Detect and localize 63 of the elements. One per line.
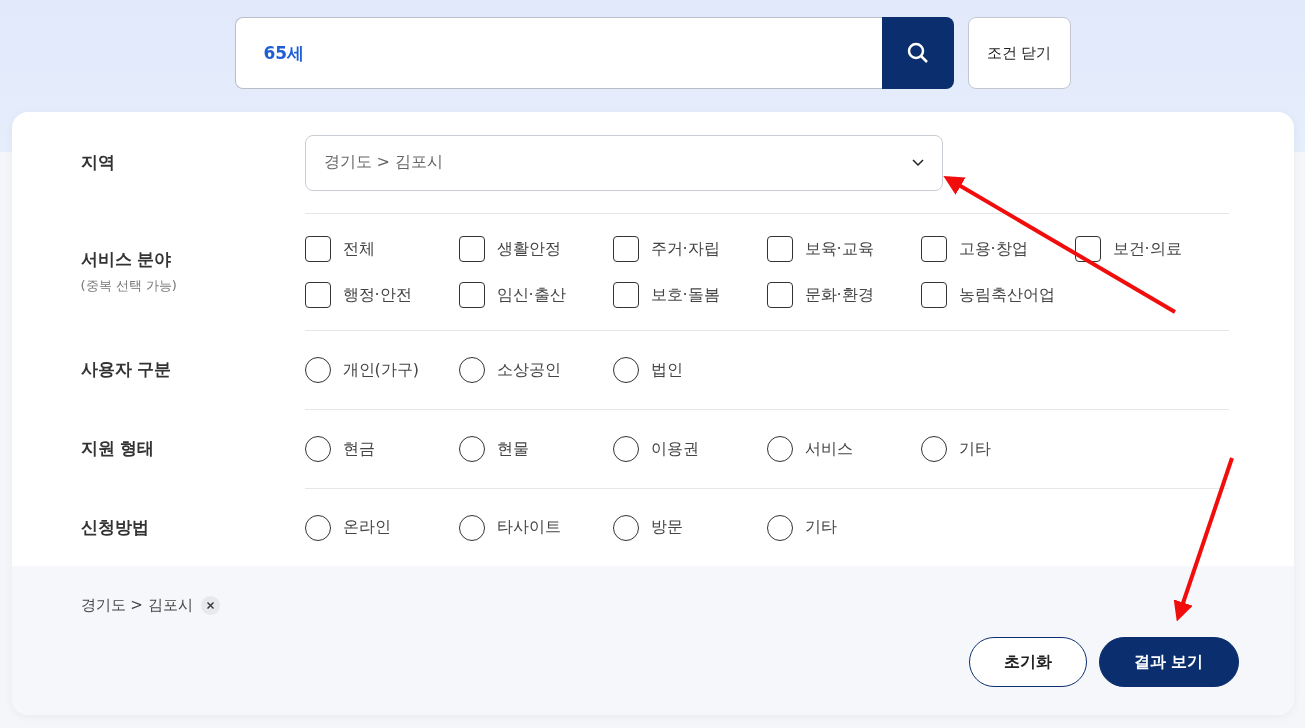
region-select[interactable]: 경기도 > 김포시 xyxy=(304,134,943,191)
filter-label: 사용자 구분 xyxy=(80,358,173,381)
radio-option[interactable]: 방문 xyxy=(612,514,767,541)
radio-option[interactable]: 기타 xyxy=(920,436,1075,462)
checkbox[interactable] xyxy=(304,282,331,308)
filter-label: 지역 xyxy=(80,151,116,174)
search-field[interactable]: 65세 xyxy=(234,17,882,89)
close-filters-button[interactable]: 조건 닫기 xyxy=(967,17,1071,89)
checkbox[interactable] xyxy=(612,282,639,308)
radio-button[interactable] xyxy=(920,436,947,462)
checkbox-option[interactable]: 농림축산어업 xyxy=(920,282,1075,308)
radio-button[interactable] xyxy=(612,436,639,462)
close-icon xyxy=(206,602,214,609)
filter-note: (중복 선택 가능) xyxy=(80,277,178,295)
radio-button[interactable] xyxy=(304,357,331,383)
radio-option[interactable]: 현금 xyxy=(304,436,459,462)
search-button[interactable] xyxy=(881,17,954,89)
checkbox[interactable] xyxy=(458,236,485,262)
checkbox[interactable] xyxy=(920,236,947,262)
radio-button[interactable] xyxy=(612,514,639,541)
chevron-down-icon xyxy=(911,158,924,167)
checkbox[interactable] xyxy=(612,236,639,262)
radio-button[interactable] xyxy=(304,514,331,541)
radio-option[interactable]: 소상공인 xyxy=(458,357,613,383)
reset-button[interactable]: 초기화 xyxy=(968,637,1087,687)
radio-button[interactable] xyxy=(766,436,793,462)
radio-button[interactable] xyxy=(458,436,485,462)
checkbox-option[interactable]: 임신·출산 xyxy=(458,282,613,308)
radio-option[interactable]: 기타 xyxy=(766,514,921,541)
filter-label: 신청방법 xyxy=(80,515,150,539)
checkbox[interactable] xyxy=(1074,236,1101,262)
radio-option[interactable]: 타사이트 xyxy=(458,514,613,541)
checkbox-option[interactable]: 문화·환경 xyxy=(766,282,921,308)
radio-option[interactable]: 현물 xyxy=(458,436,613,462)
search-icon xyxy=(905,41,930,65)
checkbox[interactable] xyxy=(304,236,331,262)
checkbox-option[interactable]: 고용·창업 xyxy=(920,236,1075,262)
checkbox-option[interactable]: 보건·의료 xyxy=(1074,236,1229,262)
radio-button[interactable] xyxy=(304,436,331,462)
filter-label: 지원 형태 xyxy=(80,437,156,460)
radio-button[interactable] xyxy=(458,514,485,541)
filter-label: 서비스 분야 xyxy=(80,248,173,271)
checkbox-option[interactable]: 보호·돌봄 xyxy=(612,282,767,308)
radio-button[interactable] xyxy=(458,357,485,383)
radio-button[interactable] xyxy=(766,514,793,541)
radio-option[interactable]: 온라인 xyxy=(304,514,459,541)
show-results-button[interactable]: 결과 보기 xyxy=(1098,637,1239,687)
radio-option[interactable]: 개인(가구) xyxy=(304,357,459,383)
checkbox[interactable] xyxy=(766,282,793,308)
checkbox-option[interactable]: 행정·안전 xyxy=(304,282,459,308)
radio-option[interactable]: 이용권 xyxy=(612,436,767,462)
radio-button[interactable] xyxy=(612,357,639,383)
checkbox-option[interactable]: 생활안정 xyxy=(458,236,613,262)
selected-tag: 경기도 > 김포시 xyxy=(80,596,193,615)
radio-option[interactable]: 법인 xyxy=(612,357,767,383)
checkbox[interactable] xyxy=(766,236,793,262)
checkbox-option[interactable]: 주거·자립 xyxy=(612,236,767,262)
remove-tag-button[interactable] xyxy=(200,596,220,615)
checkbox[interactable] xyxy=(920,282,947,308)
checkbox-option[interactable]: 전체 xyxy=(304,236,459,262)
checkbox-option[interactable]: 보육·교육 xyxy=(766,236,921,262)
checkbox[interactable] xyxy=(458,282,485,308)
radio-option[interactable]: 서비스 xyxy=(766,436,921,462)
